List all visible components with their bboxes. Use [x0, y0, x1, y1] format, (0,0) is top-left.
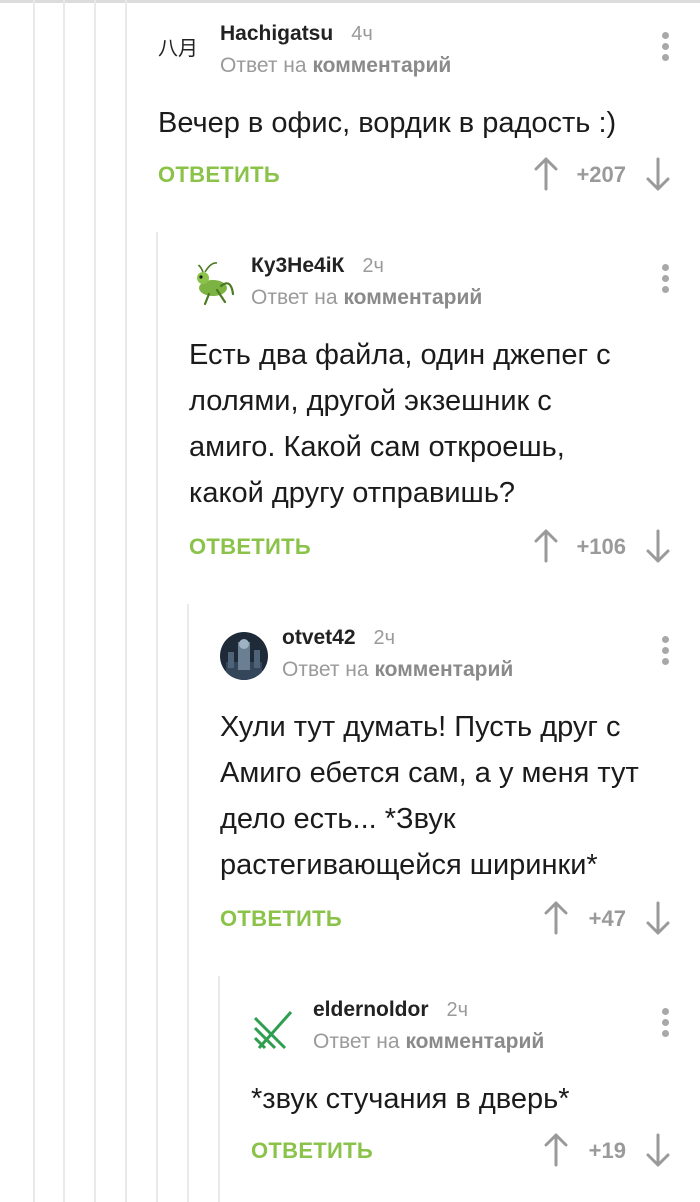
author-name[interactable]: Ку3Не4іК: [251, 254, 344, 277]
parent-comment-link[interactable]: комментарий: [312, 54, 451, 77]
comment-header: otvet42 2ч Ответ на комментарий: [282, 626, 513, 682]
thread-line: [33, 0, 35, 1202]
rating-score: +47: [588, 906, 626, 931]
rating-score: +19: [588, 1138, 626, 1163]
rating-score: +106: [576, 534, 626, 559]
downvote-arrow-icon[interactable]: [644, 900, 672, 936]
downvote-arrow-icon[interactable]: [644, 528, 672, 564]
upvote-arrow-icon[interactable]: [542, 900, 570, 936]
thread-line: [156, 232, 158, 1202]
comment-header: Ку3Не4іК 2ч Ответ на комментарий: [251, 254, 482, 310]
reply-button[interactable]: ОТВЕТИТЬ: [189, 534, 311, 560]
thread-line: [63, 0, 65, 1202]
reply-to-line: Ответ на комментарий: [251, 286, 483, 309]
thread-line: [187, 604, 189, 1202]
thread-line: [218, 976, 220, 1202]
downvote-arrow-icon[interactable]: [644, 156, 672, 192]
timestamp[interactable]: 4ч: [351, 23, 373, 45]
author-name[interactable]: eldernoldor: [313, 998, 429, 1021]
reply-to-line: Ответ на комментарий: [313, 1030, 545, 1053]
reply-button[interactable]: ОТВЕТИТЬ: [220, 906, 342, 932]
author-name[interactable]: Hachigatsu: [220, 22, 333, 45]
comment-actions: ОТВЕТИТЬ +19: [251, 1133, 700, 1178]
timestamp[interactable]: 2ч: [447, 999, 469, 1021]
rating-score: +207: [576, 162, 626, 187]
comment-text: Есть два файла, один джепег с лолями, др…: [189, 339, 611, 509]
timestamp[interactable]: 2ч: [362, 255, 384, 277]
more-options-icon[interactable]: [662, 264, 670, 297]
more-options-icon[interactable]: [662, 636, 670, 669]
comment-actions: ОТВЕТИТЬ +207: [158, 157, 700, 202]
parent-comment-link[interactable]: комментарий: [405, 1030, 544, 1053]
downvote-arrow-icon[interactable]: [644, 1132, 672, 1168]
avatar[interactable]: 八月: [158, 32, 208, 72]
avatar-photo[interactable]: [220, 632, 268, 680]
thread-line: [94, 0, 96, 1202]
comment: eldernoldor 2ч Ответ на комментарий *звук…: [251, 998, 700, 1198]
upvote-arrow-icon[interactable]: [542, 1132, 570, 1168]
comment-text: *звук стучания в дверь*: [251, 1083, 570, 1115]
comment-text: Вечер в офис, вордик в радость :): [158, 107, 617, 139]
comment-header: eldernoldor 2ч Ответ на комментарий: [313, 998, 544, 1054]
more-options-icon[interactable]: [662, 1008, 670, 1041]
grasshopper-icon[interactable]: [189, 260, 237, 308]
top-divider: [0, 0, 700, 3]
comment: 八月 Hachigatsu 4ч Ответ на комментарий Веч…: [158, 22, 700, 212]
thread-line: [125, 0, 127, 1202]
parent-comment-link[interactable]: комментарий: [374, 658, 513, 681]
comment-actions: ОТВЕТИТЬ +47: [220, 901, 700, 946]
comment-text: Хули тут думать! Пусть друг с Амиго ебет…: [220, 711, 639, 881]
comment: otvet42 2ч Ответ на комментарий Хули тут …: [220, 626, 700, 956]
reply-to-line: Ответ на комментарий: [220, 54, 452, 77]
reply-to-line: Ответ на комментарий: [282, 658, 514, 681]
more-options-icon[interactable]: [662, 32, 670, 65]
author-name[interactable]: otvet42: [282, 626, 356, 649]
avatar-text: 八月: [158, 36, 198, 60]
upvote-arrow-icon[interactable]: [532, 156, 560, 192]
reply-button[interactable]: ОТВЕТИТЬ: [251, 1138, 373, 1164]
comment-actions: ОТВЕТИТЬ +106: [189, 529, 700, 574]
green-stripes-logo[interactable]: [251, 1004, 299, 1052]
timestamp[interactable]: 2ч: [374, 627, 396, 649]
comment-header: Hachigatsu 4ч Ответ на комментарий: [220, 22, 451, 78]
comment: Ку3Не4іК 2ч Ответ на комментарий Есть два…: [189, 254, 700, 584]
reply-button[interactable]: ОТВЕТИТЬ: [158, 162, 280, 188]
upvote-arrow-icon[interactable]: [532, 528, 560, 564]
parent-comment-link[interactable]: комментарий: [343, 286, 482, 309]
